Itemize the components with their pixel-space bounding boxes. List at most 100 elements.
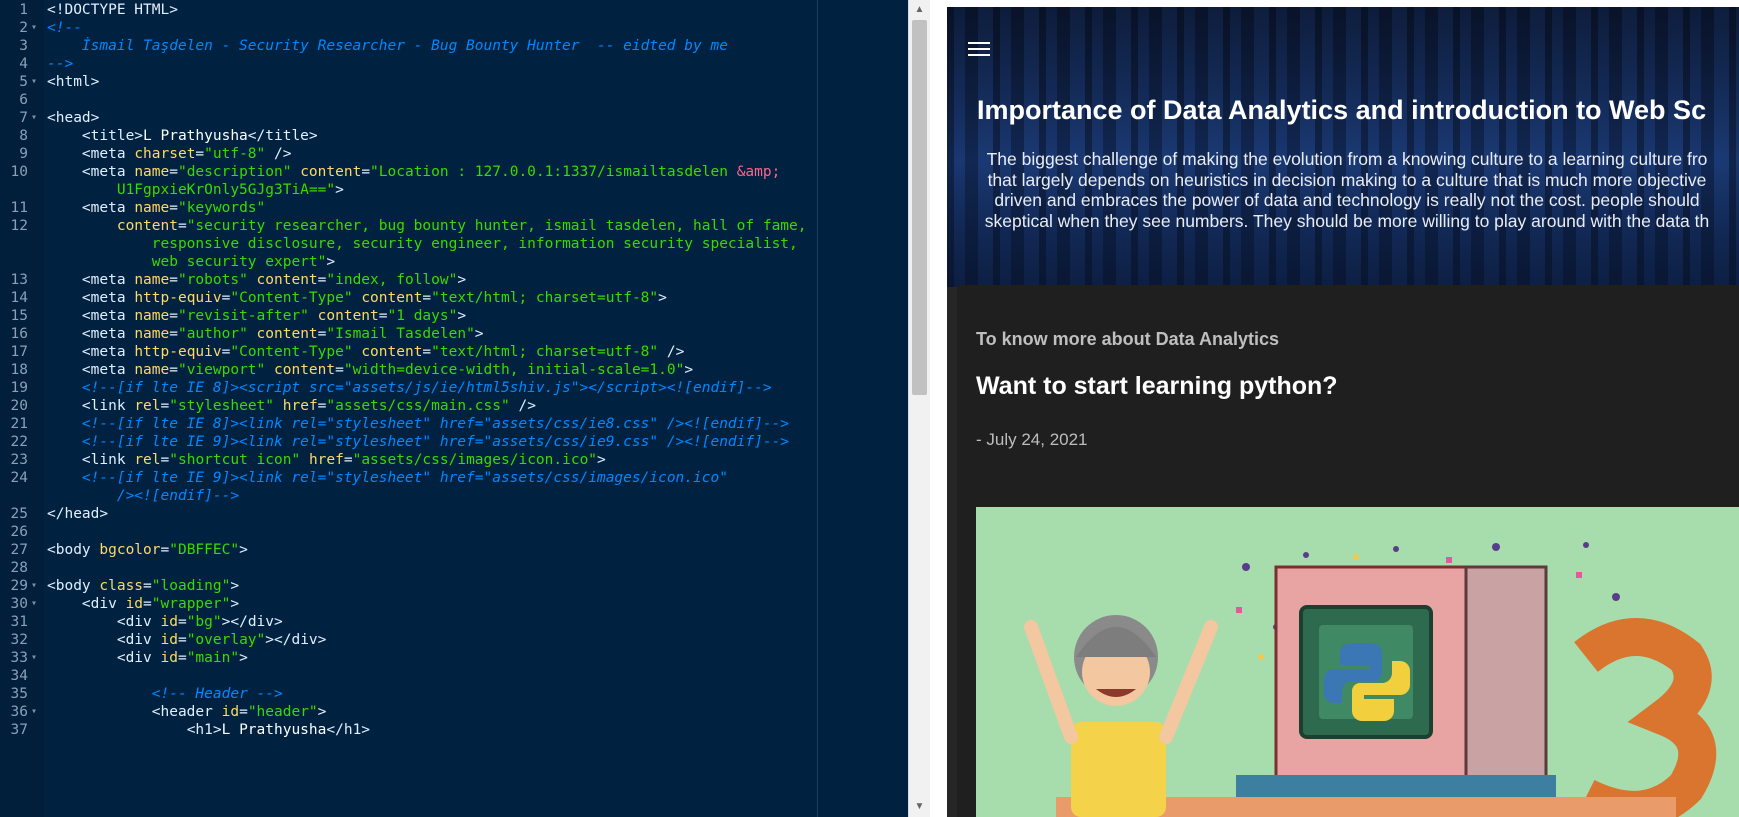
line-number: 19 (10, 380, 28, 396)
code-text: <meta name="robots" content="index, foll… (81, 272, 467, 288)
line-number: 5 (19, 74, 28, 90)
code-line[interactable]: 33 ▾ <div id="main"> (0, 648, 815, 668)
python-illustration-image[interactable] (976, 507, 1739, 817)
code-line[interactable]: 3 İsmail Taşdelen - Security Researcher … (0, 36, 815, 56)
line-number: 27 (10, 542, 28, 558)
code-text: <meta name="description" content="Locati… (81, 164, 781, 180)
code-text: <link rel="stylesheet" href="assets/css/… (81, 398, 536, 414)
code-line[interactable]: 16 <meta name="author" content="Ismail T… (0, 324, 815, 344)
hero-description-line: The biggest challenge of making the evol… (986, 149, 1708, 169)
scroll-down-arrow-icon[interactable]: ▼ (909, 797, 930, 817)
line-number: 20 (10, 398, 28, 414)
line-number: 16 (10, 326, 28, 342)
code-text: <header id="header"> (151, 704, 327, 720)
code-line[interactable]: 34 (0, 666, 815, 686)
fold-arrow-icon[interactable]: ▾ (31, 648, 37, 668)
hero-post-title[interactable]: Importance of Data Analytics and introdu… (977, 95, 1706, 126)
code-line[interactable]: 20 <link rel="stylesheet" href="assets/c… (0, 396, 815, 416)
code-line[interactable]: responsive disclosure, security engineer… (0, 234, 815, 254)
fold-arrow-icon[interactable]: ▾ (31, 108, 37, 128)
fold-arrow-icon[interactable]: ▾ (31, 576, 37, 596)
line-number: 1 (19, 2, 28, 18)
code-line[interactable]: 9 <meta charset="utf-8" /> (0, 144, 815, 164)
code-line[interactable]: 14 <meta http-equiv="Content-Type" conte… (0, 288, 815, 308)
fold-arrow-icon[interactable]: ▾ (31, 72, 37, 92)
code-line[interactable]: 15 <meta name="revisit-after" content="1… (0, 306, 815, 326)
code-line[interactable]: /><![endif]--> (0, 486, 815, 506)
code-text: web security expert"> (151, 254, 336, 270)
code-text: İsmail Taşdelen - Security Researcher - … (47, 38, 728, 54)
code-line[interactable]: 26 (0, 522, 815, 542)
code-text: <meta name="revisit-after" content="1 da… (81, 308, 467, 324)
code-line[interactable]: 27 <body bgcolor="DBFFEC"> (0, 540, 815, 560)
editor-scrollbar[interactable]: ▲ ▼ (908, 0, 930, 817)
code-line[interactable]: 30 ▾ <div id="wrapper"> (0, 594, 815, 614)
code-text: content="security researcher, bug bounty… (116, 218, 807, 234)
code-line[interactable]: 5 ▾ <html> (0, 72, 815, 92)
code-line[interactable]: 13 <meta name="robots" content="index, f… (0, 270, 815, 290)
code-line[interactable]: U1FgpxieKrOnly5GJg3TiA=="> (0, 180, 815, 200)
line-number: 12 (10, 218, 28, 234)
line-number: 13 (10, 272, 28, 288)
code-line[interactable]: 31 <div id="bg"></div> (0, 612, 815, 632)
code-line[interactable]: 4 --> (0, 54, 815, 74)
fold-arrow-icon[interactable]: ▾ (31, 594, 37, 614)
html-preview-pane[interactable]: Importance of Data Analytics and introdu… (947, 7, 1739, 817)
code-line[interactable]: 8 <title>L Prathyusha</title> (0, 126, 815, 146)
code-line[interactable]: 18 <meta name="viewport" content="width=… (0, 360, 815, 380)
code-text: responsive disclosure, security engineer… (151, 236, 798, 252)
line-number: 18 (10, 362, 28, 378)
code-line[interactable]: 24 <!--[if lte IE 9]><link rel="styleshe… (0, 468, 815, 488)
line-number: 10 (10, 164, 28, 180)
line-number: 3 (19, 38, 28, 54)
code-line[interactable]: 19 <!--[if lte IE 8]><script src="assets… (0, 378, 815, 398)
post-card-subtitle[interactable]: To know more about Data Analytics (976, 329, 1279, 350)
code-line[interactable]: 23 <link rel="shortcut icon" href="asset… (0, 450, 815, 470)
code-line[interactable]: 29 ▾ <body class="loading"> (0, 576, 815, 596)
code-line[interactable]: 28 (0, 558, 815, 578)
code-line[interactable]: 6 (0, 90, 815, 110)
line-number: 4 (19, 56, 28, 72)
code-line[interactable]: 25 </head> (0, 504, 815, 524)
code-line[interactable]: 12 content="security researcher, bug bou… (0, 216, 815, 236)
line-number: 9 (19, 146, 28, 162)
line-number: 36 (10, 704, 28, 720)
scroll-up-arrow-icon[interactable]: ▲ (909, 0, 930, 20)
code-line[interactable]: 1 <!DOCTYPE HTML> (0, 0, 815, 20)
hero-description-line: skeptical when they see numbers. They sh… (984, 210, 1710, 231)
code-line[interactable]: 7 ▾ <head> (0, 108, 815, 128)
line-number: 24 (10, 470, 28, 486)
code-line[interactable]: 2 ▾ <!-- (0, 18, 815, 38)
code-text: /><![endif]--> (116, 488, 240, 504)
code-line[interactable]: 10 <meta name="description" content="Loc… (0, 162, 815, 182)
line-number: 25 (10, 506, 28, 522)
code-text: <head> (47, 110, 100, 126)
python-illustration-icon (976, 507, 1739, 817)
code-line[interactable]: 21 <!--[if lte IE 8]><link rel="styleshe… (0, 414, 815, 434)
code-line[interactable]: 37 <h1>L Prathyusha</h1> (0, 720, 815, 740)
line-number: 17 (10, 344, 28, 360)
pane-divider[interactable] (930, 0, 947, 817)
line-number: 34 (10, 668, 28, 684)
code-line[interactable]: web security expert"> (0, 252, 815, 272)
code-editor[interactable]: 1 <!DOCTYPE HTML> 2 ▾ <!-- 3 İsmail Taşdelen … (0, 0, 908, 817)
hamburger-menu-icon[interactable] (968, 42, 992, 62)
fold-arrow-icon[interactable]: ▾ (31, 702, 37, 722)
print-margin-line (817, 0, 818, 817)
hero-description-line: driven and embraces the power of data an… (994, 190, 1700, 210)
line-number: 14 (10, 290, 28, 306)
post-card-title[interactable]: Want to start learning python? (976, 372, 1338, 401)
code-text: <meta name="keywords" (81, 200, 266, 216)
code-text: <meta name="author" content="Ismail Tasd… (81, 326, 484, 342)
fold-arrow-icon[interactable]: ▾ (31, 18, 37, 38)
code-line[interactable]: 36 ▾ <header id="header"> (0, 702, 815, 722)
scroll-thumb[interactable] (912, 20, 927, 395)
code-line[interactable]: 35 <!-- Header --> (0, 684, 815, 704)
code-line[interactable]: 17 <meta http-equiv="Content-Type" conte… (0, 342, 815, 362)
line-number: 6 (19, 92, 28, 108)
code-line[interactable]: 22 <!--[if lte IE 9]><link rel="styleshe… (0, 432, 815, 452)
code-text: <body bgcolor="DBFFEC"> (47, 542, 248, 558)
code-line[interactable]: 32 <div id="overlay"></div> (0, 630, 815, 650)
hero-banner: Importance of Data Analytics and introdu… (947, 7, 1739, 287)
code-line[interactable]: 11 <meta name="keywords" (0, 198, 815, 218)
